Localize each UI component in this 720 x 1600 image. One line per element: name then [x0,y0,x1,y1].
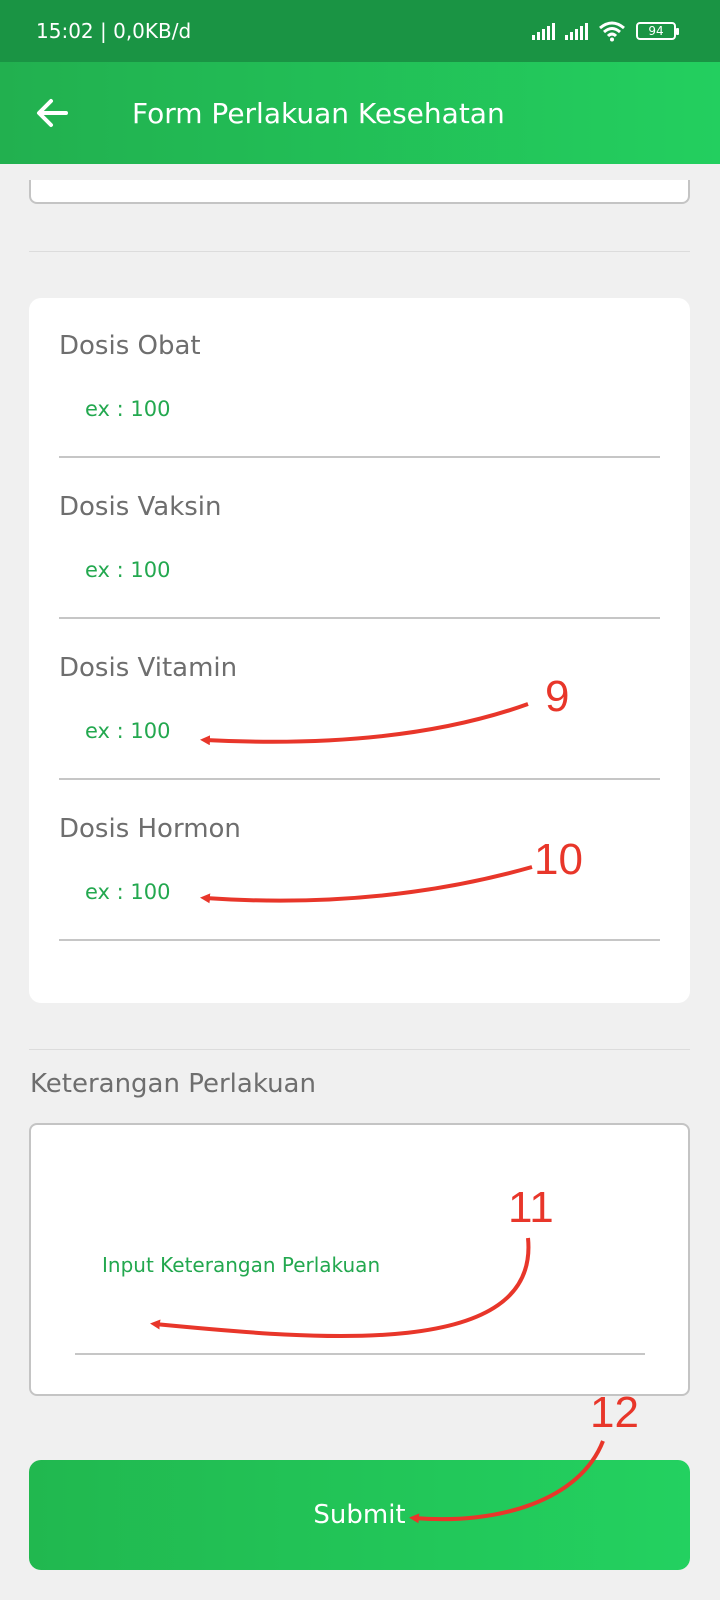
page-title: Form Perlakuan Kesehatan [132,96,505,130]
dose-hormon-label: Dosis Hormon [59,814,241,844]
input-underline [59,456,660,458]
input-underline [59,617,660,619]
dose-obat-input[interactable] [85,394,645,424]
input-underline [59,778,660,780]
divider [29,1049,690,1050]
signal-icon [532,22,555,40]
annotation-number-10: 10 [534,835,583,884]
dose-vaksin-input[interactable] [85,555,645,585]
status-bar: 15:02 | 0,0KB/d 94 [0,0,720,62]
dose-obat-label: Dosis Obat [59,331,201,361]
keterangan-input[interactable] [102,1251,642,1279]
back-button[interactable] [22,83,82,143]
dose-card: Dosis Obat Dosis Vaksin Dosis Vitamin Do… [29,298,690,1003]
annotation-number-12: 12 [590,1388,639,1437]
submit-button[interactable]: Submit [29,1460,690,1570]
annotation-number-11: 11 [508,1183,554,1232]
status-time-speed: 15:02 | 0,0KB/d [36,19,192,43]
dose-vaksin-label: Dosis Vaksin [59,492,222,522]
app-bar: Form Perlakuan Kesehatan [0,62,720,164]
annotation-number-9: 9 [545,672,570,721]
dose-field-vitamin: Dosis Vitamin [59,620,660,781]
dose-field-obat: Dosis Obat [59,298,660,459]
signal-icon [565,22,588,40]
dose-vitamin-label: Dosis Vitamin [59,653,238,683]
input-underline [75,1353,645,1355]
divider [29,251,690,252]
previous-field-box[interactable] [29,180,690,204]
status-icons: 94 [532,20,679,42]
battery-level: 94 [648,24,664,38]
wifi-icon [599,21,625,42]
arrow-left-icon [37,99,68,127]
keterangan-label: Keterangan Perlakuan [30,1069,316,1099]
dose-field-vaksin: Dosis Vaksin [59,459,660,620]
battery-icon: 94 [636,22,679,40]
keterangan-box [29,1123,690,1396]
input-underline [59,939,660,941]
